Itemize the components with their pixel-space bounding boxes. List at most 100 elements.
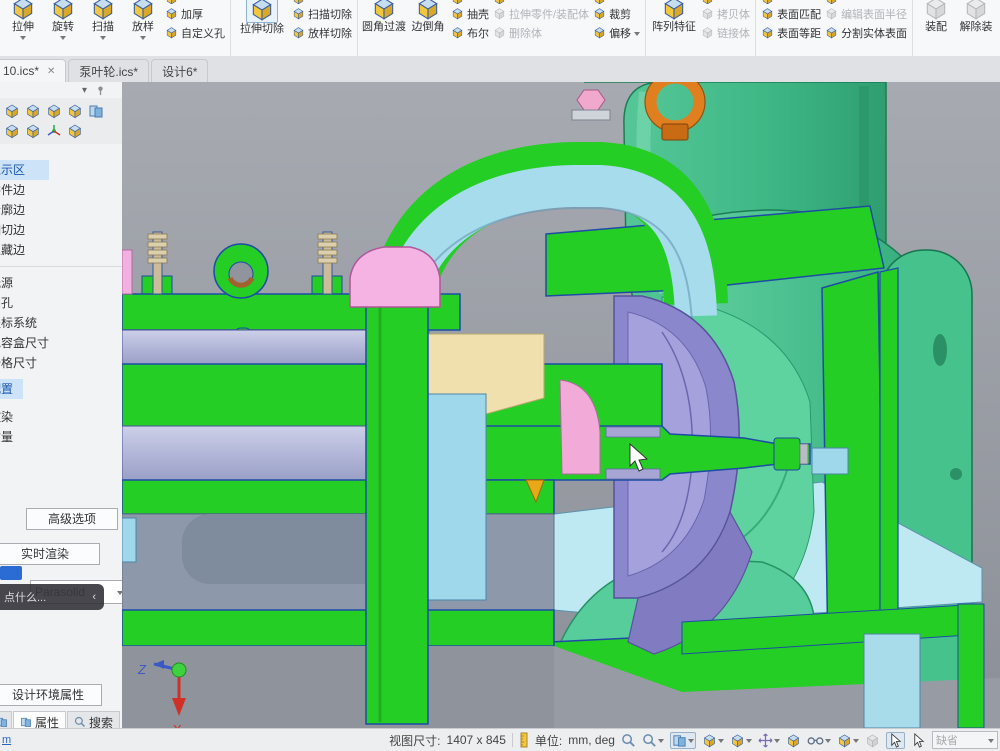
sweep-button[interactable]: 扫描 [83,0,123,40]
divider [512,733,513,747]
surface-match-icon [761,7,774,20]
filter-preset-value: 缺省 [936,732,958,748]
assemble-icon [923,0,949,21]
selected-mini-item[interactable] [0,566,22,580]
list-item-tangent-edges[interactable]: 相切边 [0,220,122,240]
pick-cursor-button[interactable] [911,733,926,748]
extrude-icon [10,0,36,21]
zoom-in-button[interactable] [621,733,636,748]
advanced-options-button[interactable]: 高级选项 [26,508,118,530]
close-icon[interactable]: ✕ [47,66,55,77]
list-item-outline-edges[interactable]: 轮廓边 [0,200,122,220]
chamfer-button[interactable]: 边倒角 [407,0,449,34]
render-mode-button[interactable] [786,733,801,748]
panel-bottom-tabs: 属性 搜索 [0,710,122,728]
pattern-feature-label: 阵列特征 [652,21,696,34]
tab-pump-impeller[interactable]: 泵叶轮.ics* [68,59,149,82]
base-strut-section [958,604,984,728]
tab-structure[interactable] [0,711,12,728]
revolve-button[interactable]: 旋转 [43,0,83,40]
tab-search-label: 搜索 [89,714,113,729]
loft-cut-button[interactable]: 放样切除 [292,23,352,42]
tab-design6[interactable]: 设计6* [151,59,208,82]
select-cursor-button[interactable] [886,732,905,749]
tab-search[interactable]: 搜索 [67,711,120,728]
orient-cube-button[interactable] [702,733,724,748]
boolean-button[interactable]: 布尔 [451,23,489,42]
list-item-grid-size[interactable]: 栅格尺寸 [0,353,122,373]
box-icon[interactable] [67,123,83,139]
design-environment-properties-button[interactable]: 设计环境属性 [0,684,102,706]
surface-offset-button[interactable]: 表面等距 [761,23,821,42]
edit-icon[interactable] [67,103,83,119]
properties-icon [20,716,32,728]
surface-small-column-1: 表面匹配 表面等距 [759,0,823,42]
list-item-holes[interactable]: 圆孔 [0,293,122,313]
status-bar: m 视图尺寸: 1407 x 845 单位: mm, deg 缺省 任意 [0,728,1000,751]
list-item-bounding-box-size[interactable]: 包容盒尺寸 [0,333,122,353]
trim-button[interactable]: 裁剪 [593,4,640,23]
tab-design6-label: 设计6* [162,63,197,80]
divider [0,266,122,267]
list-item-render[interactable]: 渲染 [0,407,122,427]
feature-small-column: 加厚 自定义孔 [163,0,227,42]
thicken-button[interactable]: 加厚 [165,4,225,23]
chevron-down-icon[interactable]: ▾ [82,85,87,96]
pan-view-button[interactable] [670,732,696,749]
eyebolt-collar [662,124,688,140]
loft-button[interactable]: 放样 [123,0,163,40]
trim-icon [593,7,606,20]
status-link[interactable]: m [2,734,11,746]
shaft-sleeve [606,469,660,479]
shaded-view-button[interactable] [730,733,752,748]
ribbon-toolbar: 拉伸 旋转 扫描 放样 加厚 自定义孔 [0,0,1000,57]
overlay-tooltip-text: 点什么... [4,589,46,605]
medal-icon[interactable] [46,103,62,119]
sweep-cut-button[interactable]: 扫描切除 [292,4,352,23]
camera-icon[interactable] [4,103,20,119]
shell-button[interactable]: 抽壳 [451,4,489,23]
extrude-button[interactable]: 拉伸 [3,0,43,40]
parts-icon[interactable] [25,123,41,139]
list-item-hidden-edges[interactable]: 隐藏边 [0,240,122,260]
pattern-feature-button[interactable]: 阵列特征 [649,0,699,34]
ribbon-group-modify: 圆角过渡 边倒角 抽壳 布尔 拉伸零件/装配体 删除 [358,0,646,56]
overlay-tooltip[interactable]: 点什么... ‹ [0,584,104,610]
viewport-3d[interactable]: Z X [122,82,1000,728]
extrude-cut-button[interactable]: 拉伸切除 [234,0,290,36]
tab-10ics[interactable]: 10.ics* ✕ [0,59,66,82]
delete-body-button: 删除体 [493,23,589,42]
list-item-coordinate-system[interactable]: 坐标系统 [0,313,122,333]
perspective-button[interactable] [807,734,831,746]
realtime-render-button[interactable]: 实时渲染 [0,543,100,565]
list-item-display-area[interactable]: 显示区 [0,160,49,180]
list-item-lights[interactable]: 光源 [0,273,122,293]
calculator-icon[interactable] [4,123,20,139]
axis-icon[interactable] [46,123,62,139]
filter-preset-select[interactable]: 缺省 [932,731,998,749]
split-solid-surface-button[interactable]: 分割实体表面 [825,23,907,42]
unit-label: 单位: [535,732,562,749]
base-panel [864,634,920,728]
link-body-label: 链接体 [717,25,750,41]
offset-button[interactable]: 偏移 [593,23,640,42]
extrude-part-icon [493,7,506,20]
display-cube-button[interactable] [837,733,859,748]
pin-icon[interactable] [95,85,106,96]
fillet-button[interactable]: 圆角过渡 [361,0,407,34]
page-icon[interactable] [88,103,104,119]
chevron-down-icon [140,36,146,40]
edit-surface-radius-icon [825,7,838,20]
list-item-part-edges[interactable]: 零件边 [0,180,122,200]
custom-hole-button[interactable]: 自定义孔 [165,23,225,42]
config-option-list: 配置 渲染 质量 [0,379,122,447]
tab-properties[interactable]: 属性 [13,711,66,728]
surface-match-button[interactable]: 表面匹配 [761,4,821,23]
list-item-config[interactable]: 配置 [0,379,23,399]
trim-label: 裁剪 [609,6,631,22]
zoom-window-button[interactable] [642,733,664,748]
material-icon[interactable] [25,103,41,119]
delete-body-icon [493,26,506,39]
move-view-button[interactable] [758,733,780,748]
list-item-quality[interactable]: 质量 [0,427,122,447]
